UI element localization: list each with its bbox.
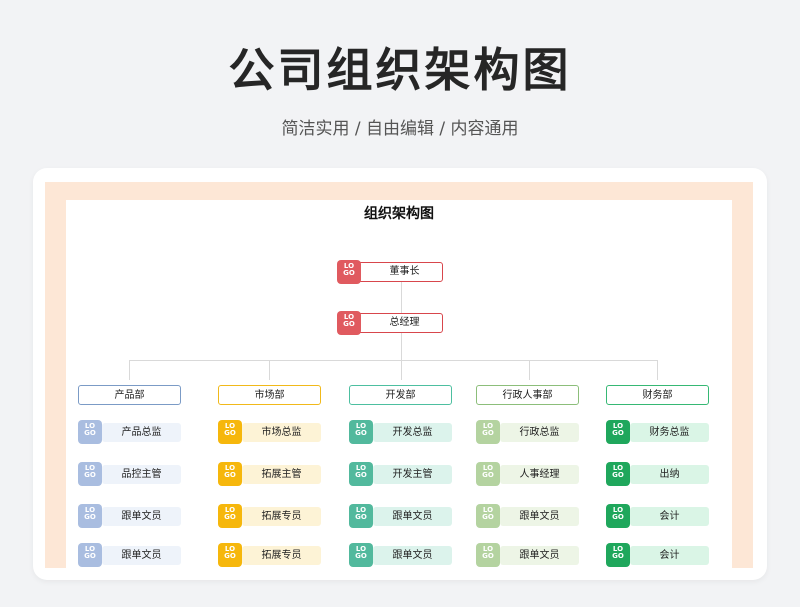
connector-line bbox=[401, 330, 402, 360]
logo-icon: LO GO bbox=[606, 504, 630, 528]
logo-text: GO bbox=[355, 429, 367, 437]
logo-icon: LO GO bbox=[349, 420, 373, 444]
logo-text: GO bbox=[612, 552, 624, 560]
chart-title: 组织架构图 bbox=[364, 206, 434, 222]
logo-icon: LO GO bbox=[218, 420, 242, 444]
logo-text: GO bbox=[84, 552, 96, 560]
logo-text: GO bbox=[224, 513, 236, 521]
logo-icon: LO GO bbox=[606, 543, 630, 567]
logo-text: GO bbox=[482, 513, 494, 521]
logo-text: GO bbox=[343, 320, 355, 328]
logo-icon: LO GO bbox=[218, 543, 242, 567]
department-node: 市场部 bbox=[218, 385, 321, 405]
logo-text: GO bbox=[355, 513, 367, 521]
role-pill: 行政总监 bbox=[500, 423, 579, 442]
logo-text: GO bbox=[612, 429, 624, 437]
role-pill: 跟单文员 bbox=[373, 507, 452, 526]
role-pill: 拓展主管 bbox=[242, 465, 321, 484]
role-pill: 开发总监 bbox=[373, 423, 452, 442]
logo-icon: LO GO bbox=[476, 462, 500, 486]
logo-icon: LO GO bbox=[78, 504, 102, 528]
logo-text: GO bbox=[482, 552, 494, 560]
logo-text: GO bbox=[343, 269, 355, 277]
logo-icon: LO GO bbox=[476, 504, 500, 528]
role-pill: 拓展专员 bbox=[242, 507, 321, 526]
role-pill: 产品总监 bbox=[102, 423, 181, 442]
page-subtitle: 简洁实用 / 自由编辑 / 内容通用 bbox=[281, 119, 519, 139]
role-pill: 人事经理 bbox=[500, 465, 579, 484]
sheet-frame: 组织架构图 董事长 LO GO 总经理 LO GO 产品部 产品总监 LO GO 品控主管 LO GO 跟… bbox=[45, 182, 753, 568]
logo-icon: LO GO bbox=[476, 420, 500, 444]
logo-icon: LO GO bbox=[78, 420, 102, 444]
logo-text: GO bbox=[482, 471, 494, 479]
department-node: 财务部 bbox=[606, 385, 709, 405]
logo-icon: LO GO bbox=[78, 462, 102, 486]
role-pill: 跟单文员 bbox=[373, 546, 452, 565]
role-pill: 出纳 bbox=[630, 465, 709, 484]
logo-icon: LO GO bbox=[78, 543, 102, 567]
logo-text: GO bbox=[612, 471, 624, 479]
role-pill: 会计 bbox=[630, 546, 709, 565]
logo-icon: LO GO bbox=[349, 543, 373, 567]
logo-text: GO bbox=[224, 552, 236, 560]
org-chart-sheet: 组织架构图 董事长 LO GO 总经理 LO GO 产品部 产品总监 LO GO 品控主管 LO GO 跟… bbox=[66, 200, 732, 568]
role-pill: 跟单文员 bbox=[102, 507, 181, 526]
connector-line bbox=[657, 360, 658, 380]
logo-icon: LO GO bbox=[349, 462, 373, 486]
logo-text: GO bbox=[482, 429, 494, 437]
logo-text: GO bbox=[355, 471, 367, 479]
logo-text: GO bbox=[84, 471, 96, 479]
role-pill: 开发主管 bbox=[373, 465, 452, 484]
logo-icon: LO GO bbox=[218, 462, 242, 486]
logo-icon: LO GO bbox=[337, 311, 361, 335]
logo-text: GO bbox=[224, 471, 236, 479]
department-node: 开发部 bbox=[349, 385, 452, 405]
role-pill: 会计 bbox=[630, 507, 709, 526]
department-node: 产品部 bbox=[78, 385, 181, 405]
logo-icon: LO GO bbox=[337, 260, 361, 284]
role-pill: 跟单文员 bbox=[500, 507, 579, 526]
connector-line bbox=[529, 360, 530, 380]
logo-icon: LO GO bbox=[218, 504, 242, 528]
role-pill: 财务总监 bbox=[630, 423, 709, 442]
logo-icon: LO GO bbox=[606, 462, 630, 486]
role-pill: 品控主管 bbox=[102, 465, 181, 484]
department-node: 行政人事部 bbox=[476, 385, 579, 405]
connector-line bbox=[129, 360, 658, 361]
logo-text: GO bbox=[224, 429, 236, 437]
logo-icon: LO GO bbox=[606, 420, 630, 444]
connector-line bbox=[401, 360, 402, 380]
logo-text: GO bbox=[84, 513, 96, 521]
executive-label: 董事长 bbox=[389, 266, 420, 277]
role-pill: 跟单文员 bbox=[500, 546, 579, 565]
connector-line bbox=[129, 360, 130, 380]
logo-text: GO bbox=[612, 513, 624, 521]
logo-icon: LO GO bbox=[349, 504, 373, 528]
logo-text: GO bbox=[84, 429, 96, 437]
page-title: 公司组织架构图 bbox=[228, 43, 572, 97]
role-pill: 跟单文员 bbox=[102, 546, 181, 565]
logo-icon: LO GO bbox=[476, 543, 500, 567]
role-pill: 市场总监 bbox=[242, 423, 321, 442]
logo-text: GO bbox=[355, 552, 367, 560]
preview-card: 组织架构图 董事长 LO GO 总经理 LO GO 产品部 产品总监 LO GO 品控主管 LO GO 跟… bbox=[33, 168, 767, 580]
role-pill: 拓展专员 bbox=[242, 546, 321, 565]
executive-label: 总经理 bbox=[389, 317, 420, 328]
connector-line bbox=[269, 360, 270, 380]
